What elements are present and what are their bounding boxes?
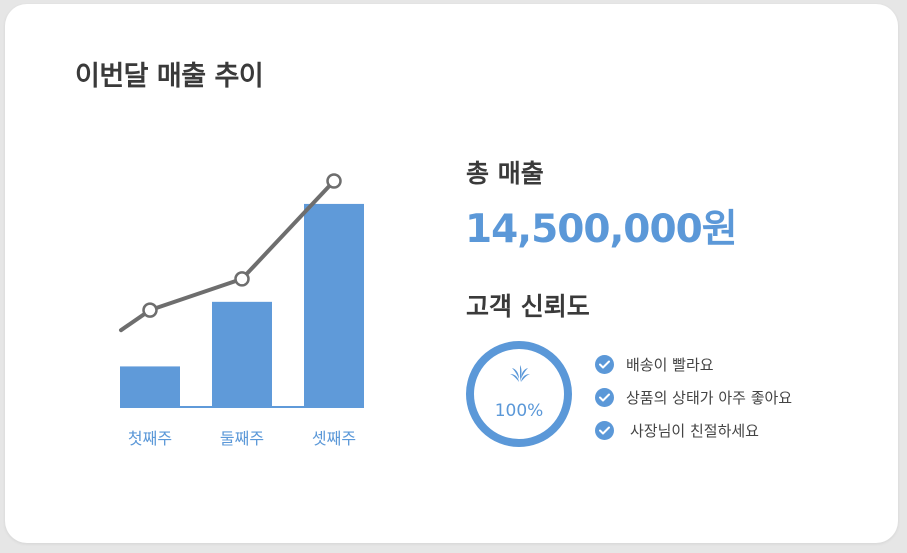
x-tick-label: 첫째주: [128, 429, 172, 448]
customer-trust-label: 고객 신뢰도: [466, 292, 590, 321]
sales-card: 이번달 매출 추이 첫째주 둘째주 셋째주 총 매출 14,500,000원 고객 …: [5, 4, 898, 543]
trend-point-3: [326, 173, 342, 189]
sprout-icon: [510, 365, 530, 382]
review-text: 사장님이 친절하세요: [630, 422, 759, 440]
bar-1: [120, 366, 180, 406]
review-item: 배송이 빨라요: [595, 348, 792, 381]
x-tick-label: 둘째주: [220, 429, 264, 448]
bar-2: [212, 301, 272, 406]
review-list: 배송이 빨라요 상품의 상태가 아주 좋아요 사장님이 친절하세요: [595, 348, 792, 447]
x-tick-label: 셋째주: [312, 429, 356, 448]
sales-chart: 첫째주 둘째주 셋째주: [119, 173, 364, 448]
review-item: 사장님이 친절하세요: [595, 414, 792, 447]
check-icon: [595, 421, 614, 440]
total-sales-label: 총 매출: [466, 159, 544, 188]
review-item: 상품의 상태가 아주 좋아요: [595, 381, 792, 414]
trend-point-2: [234, 271, 250, 287]
check-icon: [595, 388, 614, 407]
bar-3: [304, 203, 364, 406]
trend-point-1: [142, 302, 158, 318]
review-text: 배송이 빨라요: [626, 356, 714, 374]
review-text: 상품의 상태가 아주 좋아요: [626, 389, 793, 407]
total-sales-value: 14,500,000원: [465, 207, 738, 252]
check-icon: [595, 355, 614, 374]
card-title: 이번달 매출 추이: [75, 61, 264, 92]
trust-percentage: 100%: [494, 401, 544, 421]
trust-badge: 100%: [466, 341, 572, 447]
